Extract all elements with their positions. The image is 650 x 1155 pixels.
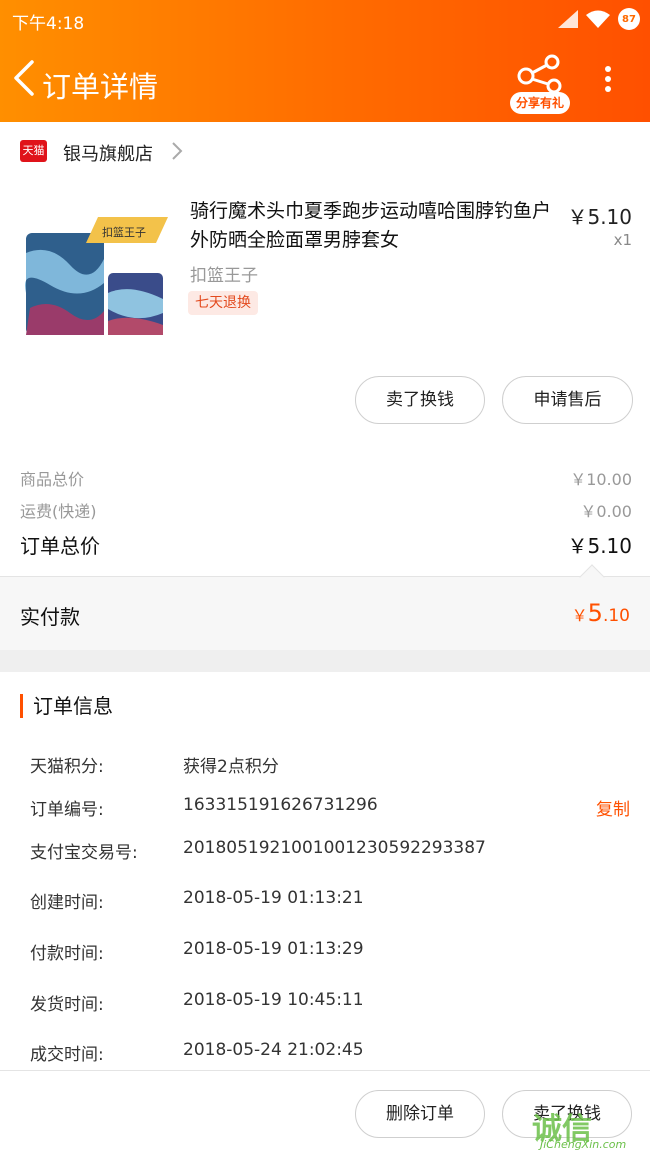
info-row-paid: 付款时间: 2018-05-19 01:13:29 xyxy=(30,939,364,964)
product-card[interactable]: 扣篮王子 骑行魔术头巾夏季跑步运动嘻哈围脖钓鱼户外防晒全脸面罩男脖套女 ￥5.1… xyxy=(0,185,650,360)
status-bar: 下午4:18 87 xyxy=(0,0,650,40)
product-spec: 扣篮王子 xyxy=(190,266,258,286)
signal-icon xyxy=(558,10,578,28)
share-button[interactable]: 分享有礼 xyxy=(510,52,572,114)
product-price: ￥5.10 xyxy=(567,205,632,229)
delete-order-button[interactable]: 删除订单 xyxy=(355,1090,485,1138)
more-icon[interactable] xyxy=(596,62,620,102)
info-row-points: 天猫积分: 获得2点积分 xyxy=(30,757,279,777)
order-info-title: 订单信息 xyxy=(20,694,113,718)
paid-amount-row: 实付款 ￥5.10 xyxy=(0,564,650,650)
shop-row[interactable]: 天猫 银马旗舰店 xyxy=(0,122,650,180)
return-policy-badge: 七天退换 xyxy=(188,291,258,315)
order-total-value: ￥5.10 xyxy=(567,534,632,558)
product-image-label: 扣篮王子 xyxy=(102,225,146,239)
shop-name: 银马旗舰店 xyxy=(63,144,153,165)
chevron-right-icon xyxy=(172,142,183,160)
product-title[interactable]: 骑行魔术头巾夏季跑步运动嘻哈围脖钓鱼户外防晒全脸面罩男脖套女 xyxy=(190,197,560,255)
after-sale-button[interactable]: 申请售后 xyxy=(502,376,633,424)
copy-button[interactable]: 复制 xyxy=(596,795,630,820)
goods-total-value: ￥10.00 xyxy=(570,470,632,489)
back-icon[interactable] xyxy=(10,58,40,98)
product-image[interactable]: 扣篮王子 xyxy=(20,213,170,343)
shipping-row: 运费(快递) ￥0.00 xyxy=(20,498,632,522)
order-total-label: 订单总价 xyxy=(20,534,100,558)
info-row-shipped: 发货时间: 2018-05-19 10:45:11 xyxy=(30,990,364,1015)
tmall-icon: 天猫 xyxy=(20,140,47,162)
shipping-value: ￥0.00 xyxy=(580,502,632,521)
paid-label: 实付款 xyxy=(20,605,80,629)
battery-icon: 87 xyxy=(618,8,640,30)
share-label: 分享有礼 xyxy=(510,92,570,114)
info-row-completed: 成交时间: 2018-05-24 21:02:45 xyxy=(30,1040,364,1065)
info-row-order-number: 订单编号: 163315191626731296 复制 xyxy=(30,795,630,820)
sell-button[interactable]: 卖了换钱 xyxy=(355,376,485,424)
section-divider xyxy=(0,650,650,672)
info-row-created: 创建时间: 2018-05-19 01:13:21 xyxy=(30,888,364,913)
share-icon xyxy=(517,54,562,94)
watermark-logo: 诚信 JiChengXin.com xyxy=(532,1112,627,1151)
shipping-label: 运费(快递) xyxy=(20,502,97,521)
status-icons: 87 xyxy=(558,8,640,30)
wifi-icon xyxy=(586,10,610,28)
order-total-row: 订单总价 ￥5.10 xyxy=(20,530,632,560)
goods-total-row: 商品总价 ￥10.00 xyxy=(20,466,632,490)
product-quantity: x1 xyxy=(613,231,632,249)
goods-total-label: 商品总价 xyxy=(20,470,85,489)
status-time: 下午4:18 xyxy=(12,14,85,34)
nav-bar: 订单详情 分享有礼 xyxy=(0,44,650,120)
info-row-alipay-number: 支付宝交易号: 2018051921001001230592293387 xyxy=(30,838,486,863)
app-header: 下午4:18 87 订单详情 分享有礼 xyxy=(0,0,650,122)
page-title: 订单详情 xyxy=(42,70,159,104)
paid-value: ￥5.10 xyxy=(571,599,630,627)
product-actions: 卖了换钱 申请售后 xyxy=(0,376,650,424)
